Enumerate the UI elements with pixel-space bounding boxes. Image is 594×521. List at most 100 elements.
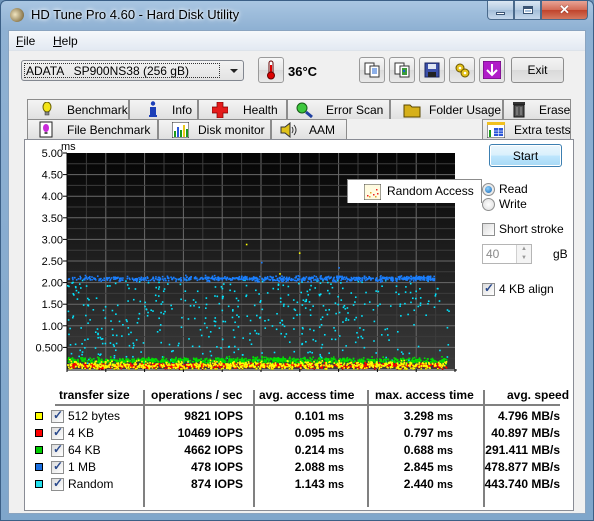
short-stroke-checkbox[interactable] [482,223,495,236]
data-point [196,363,199,365]
data-point [201,367,204,370]
data-point [400,368,402,370]
data-point [140,351,142,353]
data-point [331,338,333,341]
temperature-button[interactable] [258,57,284,83]
data-point [334,329,337,332]
data-point [434,362,437,365]
data-point [286,363,288,365]
data-point [217,361,220,363]
tab-aam[interactable]: AAM [271,119,347,139]
data-point [184,299,187,302]
menu-file[interactable]: File [16,34,35,48]
data-point [354,362,357,364]
short-stroke-spinner[interactable]: ▲ ▼ [516,245,531,263]
data-point [231,360,233,362]
data-point [359,362,362,365]
data-point [363,303,366,305]
4kb-align-checkbox[interactable] [482,281,495,296]
data-point [437,362,440,364]
short-stroke-size-input[interactable]: 40 ▲ ▼ [482,244,532,264]
minimize-button[interactable] [487,1,514,20]
data-point [89,275,91,278]
data-point [123,361,126,363]
series-color-swatch [35,480,43,488]
data-point [113,355,116,357]
tab-health[interactable]: Health [198,99,287,119]
menu-help[interactable]: Help [53,34,78,48]
data-point [344,278,346,281]
data-point [266,365,269,368]
tab-erase[interactable]: Erase [503,99,571,119]
data-point [162,364,165,367]
save-button[interactable] [419,57,445,83]
data-point [162,278,164,280]
data-point [195,277,198,280]
data-point [394,365,397,367]
data-point [153,279,156,282]
data-point [186,276,188,278]
max-access-unit: ms [437,428,453,440]
data-point [295,362,297,364]
data-point [85,314,87,317]
data-point [439,365,442,367]
data-point [323,277,326,280]
data-point [254,277,256,280]
copy-screenshot-button[interactable] [389,57,415,83]
data-point [97,332,99,335]
series-visible-checkbox[interactable] [51,408,64,423]
data-point [209,331,212,333]
tab-info[interactable]: Info [129,99,198,119]
data-point [407,313,409,316]
info-icon [144,101,162,118]
data-point [178,342,180,345]
data-point [146,362,149,365]
tab-folder-usage[interactable]: Folder Usage [390,99,503,119]
data-point [398,368,401,370]
drive-select[interactable]: ADATA SP900NS38 (256 gB) [21,60,244,81]
spin-up-icon[interactable]: ▲ [517,245,531,254]
hdtune-logo-icon [7,5,27,25]
data-point [308,367,311,369]
data-point [413,356,416,359]
series-visible-checkbox[interactable] [51,425,64,440]
tab-random-access[interactable]: Random Access [347,179,482,203]
data-point [379,281,382,283]
series-visible-checkbox[interactable] [51,442,64,457]
data-point [295,275,298,278]
data-point [91,278,93,281]
write-radio[interactable] [482,198,495,211]
exit-button[interactable]: Exit [511,57,564,83]
series-visible-checkbox[interactable] [51,476,64,491]
copy-text-button[interactable] [359,57,385,83]
start-button[interactable]: Start [489,144,562,167]
data-point [216,295,219,298]
title-bar[interactable]: HD Tune Pro 4.60 - Hard Disk Utility ✕ [1,1,593,29]
data-point [91,276,93,278]
download-button[interactable] [479,57,505,83]
data-point [244,363,247,366]
data-point [207,364,210,367]
tab-error-scan[interactable]: Error Scan [287,99,390,119]
data-point [105,365,108,367]
data-point [210,367,213,369]
data-point [201,364,203,367]
tab-benchmark[interactable]: Benchmark [27,99,129,119]
maximize-button[interactable] [514,1,541,20]
data-point [347,359,349,361]
tab-file-benchmark[interactable]: File Benchmark [27,119,158,139]
data-point [109,356,112,358]
options-button[interactable] [449,57,475,83]
data-point [112,278,115,280]
data-point [312,338,315,341]
tab-disk-monitor[interactable]: Disk monitor [158,119,271,139]
spin-down-icon[interactable]: ▼ [517,254,531,263]
data-point [158,281,160,284]
header-avg-access-time: avg. access time [259,388,355,402]
read-radio[interactable] [482,183,495,196]
close-button[interactable]: ✕ [541,1,588,20]
series-visible-checkbox[interactable] [51,459,64,474]
data-point [282,363,285,365]
data-point [403,368,406,370]
tab-extra-tests[interactable]: Extra tests [482,119,571,139]
